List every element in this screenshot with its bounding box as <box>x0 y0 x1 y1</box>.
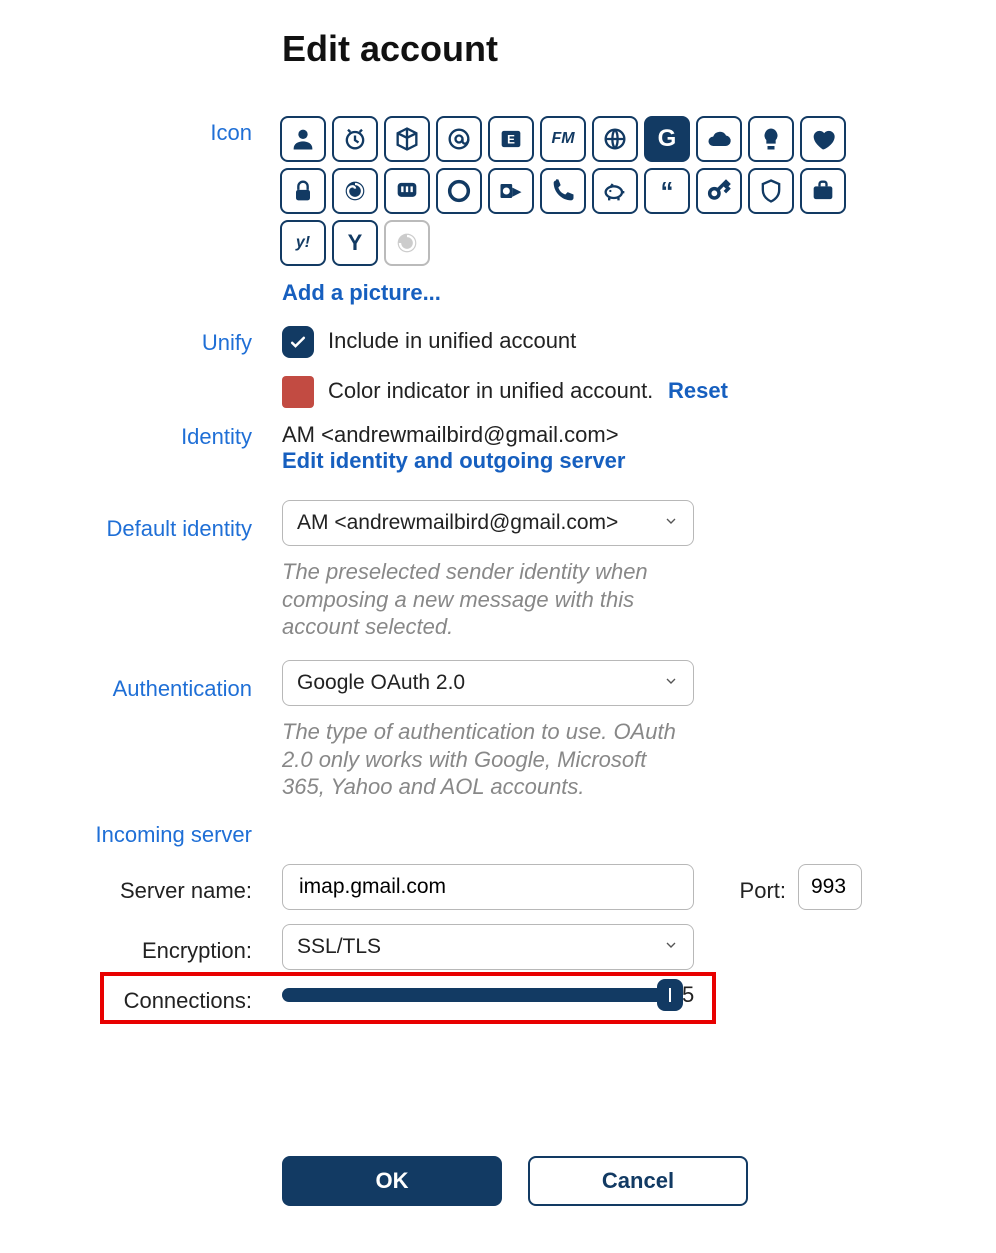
ok-button[interactable]: OK <box>282 1156 502 1206</box>
piggy-icon[interactable] <box>592 168 638 214</box>
default-identity-select[interactable]: AM <andrewmailbird@gmail.com> <box>282 500 694 546</box>
authentication-hint: The type of authentication to use. OAuth… <box>282 718 694 801</box>
fastmail-icon[interactable]: FM <box>540 116 586 162</box>
label-default-identity: Default identity <box>0 516 252 542</box>
check-icon <box>288 332 308 352</box>
mastodon-icon[interactable] <box>384 168 430 214</box>
page-title: Edit account <box>282 28 498 70</box>
label-encryption: Encryption: <box>0 938 252 964</box>
person-icon[interactable] <box>280 116 326 162</box>
authentication-select[interactable]: Google OAuth 2.0 <box>282 660 694 706</box>
annotation-highlight <box>100 972 716 1024</box>
label-port: Port: <box>710 878 786 904</box>
chevron-down-icon <box>663 935 679 959</box>
color-indicator-label: Color indicator in unified account. <box>328 378 653 404</box>
default-identity-value: AM <andrewmailbird@gmail.com> <box>297 511 618 535</box>
encryption-select[interactable]: SSL/TLS <box>282 924 694 970</box>
chevron-down-icon <box>663 511 679 535</box>
clock-icon[interactable] <box>332 116 378 162</box>
label-authentication: Authentication <box>0 676 252 702</box>
circle-icon[interactable] <box>436 168 482 214</box>
port-input[interactable] <box>809 874 851 900</box>
y-icon[interactable]: Y <box>332 220 378 266</box>
bulb-icon[interactable] <box>748 116 794 162</box>
label-incoming-server: Incoming server <box>0 822 252 848</box>
shield-icon[interactable] <box>748 168 794 214</box>
cube-icon[interactable] <box>384 116 430 162</box>
authentication-value: Google OAuth 2.0 <box>297 671 465 695</box>
outlook-icon[interactable] <box>488 168 534 214</box>
include-unified-label: Include in unified account <box>328 328 576 354</box>
briefcase-icon[interactable] <box>800 168 846 214</box>
globe-icon[interactable] <box>592 116 638 162</box>
encryption-value: SSL/TLS <box>297 935 381 959</box>
port-input-wrap[interactable] <box>798 864 862 910</box>
heart-icon[interactable] <box>800 116 846 162</box>
exchange-icon[interactable]: E <box>488 116 534 162</box>
cancel-button[interactable]: Cancel <box>528 1156 748 1206</box>
google-icon[interactable]: G <box>644 116 690 162</box>
include-unified-checkbox[interactable] <box>282 326 314 358</box>
edit-identity-link[interactable]: Edit identity and outgoing server <box>282 448 625 474</box>
disabled-icon[interactable] <box>384 220 430 266</box>
default-identity-hint: The preselected sender identity when com… <box>282 558 682 641</box>
chevron-down-icon <box>663 671 679 695</box>
icon-palette: E FM G “ y! Y <box>280 116 860 266</box>
lock-icon[interactable] <box>280 168 326 214</box>
key-icon[interactable] <box>696 168 742 214</box>
label-unify: Unify <box>0 330 252 356</box>
add-picture-link[interactable]: Add a picture... <box>282 280 441 306</box>
phone-icon[interactable] <box>540 168 586 214</box>
label-server-name: Server name: <box>0 878 252 904</box>
label-identity: Identity <box>0 424 252 450</box>
reset-color-link[interactable]: Reset <box>668 378 728 404</box>
at-icon[interactable] <box>436 116 482 162</box>
identity-value: AM <andrewmailbird@gmail.com> <box>282 422 619 448</box>
label-icon: Icon <box>0 120 252 146</box>
svg-text:E: E <box>507 134 515 147</box>
server-name-input[interactable] <box>297 874 679 900</box>
cloud-icon[interactable] <box>696 116 742 162</box>
quote-icon[interactable]: “ <box>644 168 690 214</box>
spiral-icon[interactable] <box>332 168 378 214</box>
yahoo-icon[interactable]: y! <box>280 220 326 266</box>
color-indicator-swatch[interactable] <box>282 376 314 408</box>
server-name-input-wrap[interactable] <box>282 864 694 910</box>
